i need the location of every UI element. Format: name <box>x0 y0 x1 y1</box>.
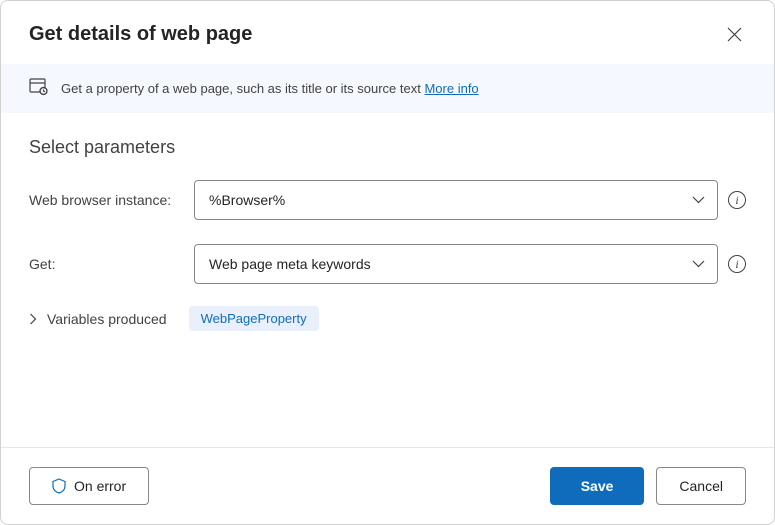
shield-icon <box>52 478 66 494</box>
section-title: Select parameters <box>29 137 746 158</box>
variables-produced-row: Variables produced WebPageProperty <box>29 306 746 331</box>
browser-instance-label: Web browser instance: <box>29 192 194 208</box>
on-error-button[interactable]: On error <box>29 467 149 505</box>
info-bar: Get a property of a web page, such as it… <box>1 64 774 113</box>
variables-produced-label: Variables produced <box>47 311 167 327</box>
expand-caret-icon[interactable] <box>29 313 37 325</box>
get-value: Web page meta keywords <box>209 256 371 272</box>
get-label: Get: <box>29 256 194 272</box>
get-info-icon[interactable]: i <box>728 255 746 273</box>
content-area: Select parameters Web browser instance: … <box>1 113 774 447</box>
get-row: Get: Web page meta keywords i <box>29 244 746 284</box>
more-info-link[interactable]: More info <box>424 81 478 96</box>
info-text-content: Get a property of a web page, such as it… <box>61 81 421 96</box>
dialog-footer: On error Save Cancel <box>1 447 774 524</box>
dialog-title: Get details of web page <box>29 23 252 46</box>
variable-badge[interactable]: WebPageProperty <box>189 306 319 331</box>
browser-instance-row: Web browser instance: %Browser% i <box>29 180 746 220</box>
info-text: Get a property of a web page, such as it… <box>61 81 479 96</box>
close-icon <box>727 27 742 42</box>
on-error-label: On error <box>74 478 126 494</box>
get-select[interactable]: Web page meta keywords <box>194 244 718 284</box>
dialog-header: Get details of web page <box>1 1 774 64</box>
dialog: Get details of web page Get a property o… <box>0 0 775 525</box>
footer-right: Save Cancel <box>550 467 746 505</box>
browser-instance-info-icon[interactable]: i <box>728 191 746 209</box>
chevron-down-icon <box>692 196 705 204</box>
cancel-button[interactable]: Cancel <box>656 467 746 505</box>
webpage-icon <box>29 78 49 99</box>
browser-instance-value: %Browser% <box>209 192 285 208</box>
chevron-down-icon <box>692 260 705 268</box>
close-button[interactable] <box>723 23 746 46</box>
save-button[interactable]: Save <box>550 467 645 505</box>
browser-instance-select[interactable]: %Browser% <box>194 180 718 220</box>
